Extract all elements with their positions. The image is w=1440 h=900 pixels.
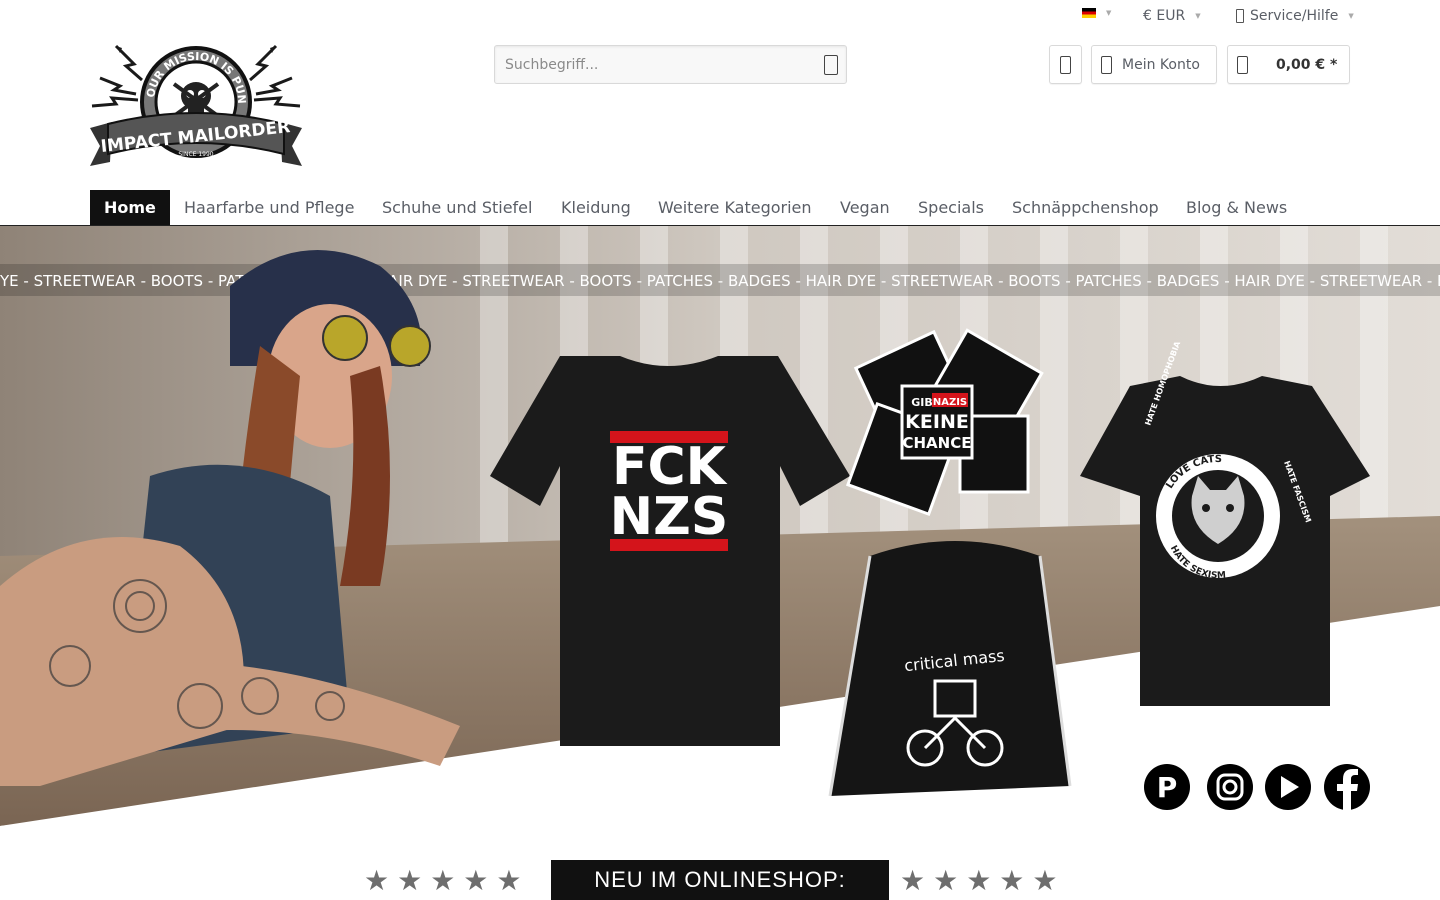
- nav-item-specials[interactable]: Specials: [904, 190, 998, 225]
- chevron-down-icon: ▼: [1106, 9, 1112, 17]
- instagram-icon: [1207, 764, 1253, 810]
- nav-item-vegan[interactable]: Vegan: [826, 190, 904, 225]
- nav-item-weitere-kategorien[interactable]: Weitere Kategorien: [644, 190, 826, 225]
- cart-icon: [1237, 55, 1248, 74]
- nav-item-haarfarbe[interactable]: Haarfarbe und Pflege: [170, 190, 368, 225]
- logo-graphic: OUR MISSION IS PUNKROCK IMPACT MAILORDER…: [85, 34, 302, 166]
- patch-text-red: NAZIS: [933, 397, 967, 408]
- wishlist-button[interactable]: [1049, 45, 1082, 84]
- nav-item-schuhe[interactable]: Schuhe und Stiefel: [368, 190, 546, 225]
- chevron-down-icon: ▼: [1195, 12, 1201, 20]
- main-navigation: Home Haarfarbe und Pflege Schuhe und Sti…: [0, 190, 1440, 226]
- cart-total: 0,00 € *: [1276, 56, 1338, 73]
- service-menu[interactable]: Service/Hilfe ▼: [1236, 8, 1354, 24]
- search-icon[interactable]: [824, 55, 838, 75]
- search-input[interactable]: [495, 46, 795, 83]
- stars-left: ★★★★★: [364, 864, 530, 897]
- heart-icon: [1060, 55, 1071, 74]
- cart-button[interactable]: 0,00 € *: [1227, 45, 1350, 84]
- top-bar: ▼ € EUR ▼ Service/Hilfe ▼: [0, 0, 1440, 32]
- service-label: Service/Hilfe: [1250, 8, 1339, 24]
- patch-text-bottom: CHANCE: [903, 434, 972, 452]
- hero-ticker: YE - STREETWEAR - BOOTS - PATCHES - BADG…: [0, 272, 1440, 290]
- stars-right: ★★★★★: [900, 864, 1066, 897]
- search-form: [494, 45, 847, 84]
- language-switcher[interactable]: ▼: [1082, 8, 1111, 18]
- svg-text:P: P: [1157, 771, 1178, 804]
- new-in-shop-label[interactable]: NEU IM ONLINESHOP:: [551, 860, 889, 900]
- patch-text-mid: KEINE: [905, 411, 969, 433]
- currency-switcher[interactable]: € EUR ▼: [1143, 8, 1201, 24]
- chevron-down-icon: ▼: [1348, 12, 1354, 20]
- help-icon: [1236, 9, 1244, 23]
- patch-text-top: GIB: [911, 396, 933, 409]
- hero-graphic: YE - STREETWEAR - BOOTS - PATCHES - BADG…: [0, 226, 1440, 866]
- account-button[interactable]: Mein Konto: [1091, 45, 1217, 84]
- new-in-shop-section: ★★★★★ NEU IM ONLINESHOP: ★★★★★: [0, 858, 1440, 900]
- nav-item-kleidung[interactable]: Kleidung: [547, 190, 645, 225]
- shop-logo[interactable]: OUR MISSION IS PUNKROCK IMPACT MAILORDER…: [85, 34, 302, 166]
- account-label: Mein Konto: [1122, 56, 1200, 73]
- hero-banner[interactable]: YE - STREETWEAR - BOOTS - PATCHES - BADG…: [0, 226, 1440, 866]
- german-flag-icon: [1082, 8, 1096, 18]
- nav-item-blog[interactable]: Blog & News: [1172, 190, 1301, 225]
- critical-mass-bag: critical mass: [828, 541, 1072, 797]
- shirt-text-line2: NZS: [610, 487, 729, 547]
- logo-since: SINCE 1990: [178, 151, 213, 158]
- nav-item-home[interactable]: Home: [90, 190, 170, 225]
- user-icon: [1101, 55, 1112, 74]
- currency-label: € EUR: [1143, 8, 1186, 24]
- nav-item-schnaeppchenshop[interactable]: Schnäppchenshop: [998, 190, 1173, 225]
